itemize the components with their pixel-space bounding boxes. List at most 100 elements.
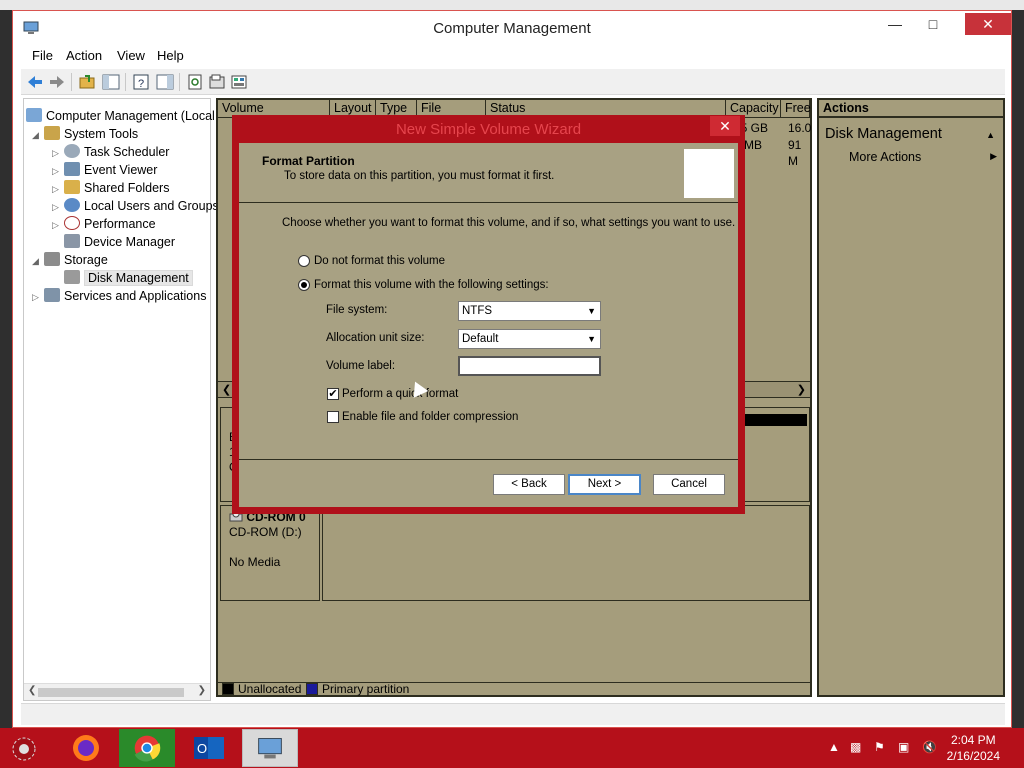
volume-row-free[interactable]: 16.0	[788, 120, 811, 136]
show-hidden-icons-icon[interactable]: ▲	[828, 740, 840, 754]
back-button[interactable]: < Back	[493, 474, 565, 495]
volume-muted-icon[interactable]: 🔇	[922, 740, 937, 754]
status-bar	[21, 703, 1005, 725]
compression-checkbox[interactable]	[327, 411, 339, 423]
event-viewer-icon	[64, 162, 80, 176]
taskbar-clock[interactable]: 2:04 PM 2/16/2024	[947, 732, 1000, 764]
unallocated-partition-bar[interactable]	[743, 414, 807, 426]
tree-item-local-users-and-groups[interactable]: ▷ Local Users and Groups	[52, 197, 219, 215]
tree-item-task-scheduler[interactable]: ▷ Task Scheduler	[52, 143, 169, 161]
format-radio[interactable]	[298, 279, 310, 291]
tree-item-device-manager[interactable]: Device Manager	[64, 233, 175, 251]
expand-arrow-icon[interactable]: ▷	[52, 180, 64, 198]
collapse-arrow-icon[interactable]: ◢	[32, 126, 44, 144]
tools-icon	[44, 126, 60, 140]
help-icon[interactable]: ?	[131, 72, 151, 92]
cdrom-0-label[interactable]: CD-ROM 0 CD-ROM (D:) No Media	[220, 505, 320, 601]
action-center-flag-icon[interactable]: ⚑	[874, 740, 885, 754]
compression-label[interactable]: Enable file and folder compression	[342, 411, 518, 423]
users-icon	[64, 198, 80, 212]
column-header-free[interactable]: Free	[781, 100, 811, 118]
up-folder-icon[interactable]	[77, 72, 97, 92]
computer-icon	[26, 108, 42, 122]
allocation-unit-select[interactable]: Default ▼	[458, 329, 601, 349]
cdrom-0-partitions[interactable]	[322, 505, 810, 601]
file-system-select[interactable]: NTFS ▼	[458, 301, 601, 321]
show-hide-tree-icon[interactable]	[101, 72, 121, 92]
forward-arrow-icon[interactable]	[47, 72, 67, 92]
tree-item-root[interactable]: Computer Management (Local	[26, 107, 215, 125]
collapse-arrow-icon[interactable]: ◢	[32, 252, 44, 270]
scroll-right-arrow-icon[interactable]: ❯	[198, 685, 206, 696]
next-button[interactable]: Next >	[568, 474, 641, 495]
menu-action[interactable]: Action	[66, 48, 102, 63]
start-button-icon[interactable]	[2, 729, 46, 767]
tree-item-services-and-applications[interactable]: ▷ Services and Applications	[32, 287, 206, 305]
maximize-button[interactable]: □	[919, 13, 947, 35]
menu-view[interactable]: View	[117, 48, 145, 63]
tree-item-event-viewer[interactable]: ▷ Event Viewer	[52, 161, 157, 179]
network-status-icon[interactable]: ▣	[898, 740, 909, 754]
toolbar-separator	[71, 73, 72, 91]
volume-label-input[interactable]	[458, 356, 601, 376]
title-bar[interactable]: Computer Management — □ ✕	[13, 11, 1011, 45]
expand-arrow-icon[interactable]: ▷	[52, 162, 64, 180]
outlook-icon[interactable]: O	[180, 729, 236, 767]
cancel-button[interactable]: Cancel	[653, 474, 725, 495]
volume-row-free[interactable]: 91 M	[788, 137, 810, 168]
chrome-icon[interactable]	[119, 729, 175, 767]
close-button[interactable]: ✕	[965, 13, 1011, 35]
disk-properties-icon[interactable]	[229, 72, 249, 92]
tree-item-label: Computer Management (Local	[46, 109, 215, 123]
properties-icon[interactable]	[207, 72, 227, 92]
back-arrow-icon[interactable]	[25, 72, 45, 92]
wizard-title-bar[interactable]: New Simple Volume Wizard ✕	[232, 115, 745, 143]
no-format-label[interactable]: Do not format this volume	[314, 255, 445, 267]
scroll-left-arrow-icon[interactable]: ❮	[222, 383, 231, 396]
legend-swatch	[306, 683, 318, 695]
toolbar: ?	[21, 69, 1005, 95]
no-format-radio[interactable]	[298, 255, 310, 267]
allocation-unit-value: Default	[462, 333, 499, 345]
wizard-close-button[interactable]: ✕	[710, 116, 740, 136]
expand-arrow-icon[interactable]: ▷	[52, 198, 64, 216]
quick-format-checkbox[interactable]: ✔	[327, 388, 339, 400]
storage-icon	[44, 252, 60, 266]
scrollbar-thumb[interactable]	[38, 688, 184, 697]
expand-arrow-icon[interactable]: ▷	[52, 216, 64, 234]
expand-arrow-icon[interactable]: ▷	[52, 144, 64, 162]
wizard-header: Format Partition To store data on this p…	[239, 143, 738, 203]
tree-item-storage[interactable]: ◢ Storage	[32, 251, 108, 269]
network-icon[interactable]: ▩	[850, 740, 861, 754]
refresh-icon[interactable]	[185, 72, 205, 92]
menu-file[interactable]: File	[32, 48, 53, 63]
svg-text:?: ?	[138, 78, 144, 90]
right-desktop-edge	[1012, 10, 1024, 728]
format-label[interactable]: Format this volume with the following se…	[314, 279, 549, 291]
computer-management-taskbar-icon[interactable]	[242, 729, 298, 767]
toolbar-separator	[125, 73, 126, 91]
scroll-right-arrow-icon[interactable]: ❯	[797, 383, 806, 396]
minimize-button[interactable]: —	[881, 13, 909, 35]
legend-unallocated: Unallocated	[222, 682, 301, 696]
tree-item-label: Performance	[84, 217, 156, 231]
actions-section-disk-management[interactable]: Disk Management	[825, 126, 942, 142]
tree-horizontal-scrollbar[interactable]: ❮ ❯	[24, 683, 210, 700]
submenu-arrow-icon[interactable]: ▶	[990, 151, 997, 162]
chevron-down-icon: ▼	[587, 334, 596, 344]
quick-format-label[interactable]: Perform a quick format	[342, 388, 458, 400]
tree-item-disk-management[interactable]: Disk Management	[64, 269, 193, 287]
show-hide-action-pane-icon[interactable]	[155, 72, 175, 92]
more-actions-item[interactable]: More Actions	[849, 150, 921, 164]
tree-item-shared-folders[interactable]: ▷ Shared Folders	[52, 179, 169, 197]
firefox-icon[interactable]	[58, 729, 114, 767]
toolbar-separator	[179, 73, 180, 91]
expand-arrow-icon[interactable]: ▷	[32, 288, 44, 306]
taskbar: O ▲ ▩ ⚑ ▣ 🔇 2:04 PM 2/16/2024	[0, 728, 1024, 768]
menu-help[interactable]: Help	[157, 48, 184, 63]
scroll-left-arrow-icon[interactable]: ❮	[28, 685, 36, 696]
tree-item-system-tools[interactable]: ◢ System Tools	[32, 125, 138, 143]
collapse-up-icon[interactable]: ▲	[986, 130, 995, 140]
legend-swatch	[222, 683, 234, 695]
tree-item-performance[interactable]: ▷ Performance	[52, 215, 156, 233]
